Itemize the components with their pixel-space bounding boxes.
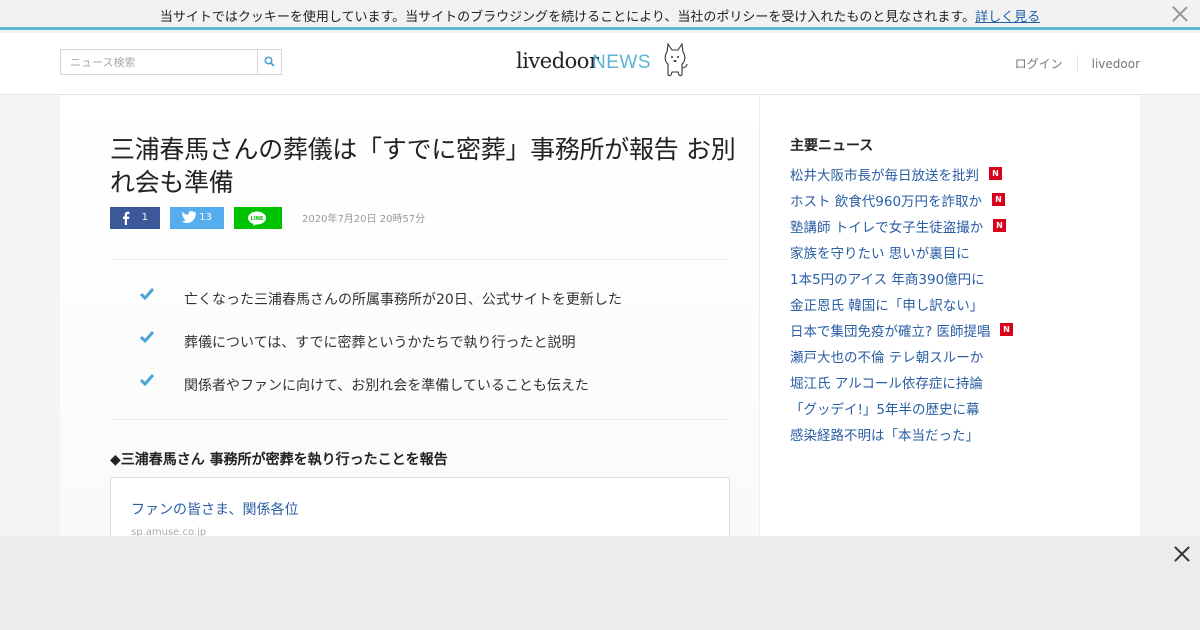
check-icon: [140, 331, 154, 343]
twitter-share-count: 13: [199, 212, 212, 223]
top-news-link[interactable]: 塾講師 トイレで女子生徒盗撮か: [790, 219, 983, 237]
top-news-item[interactable]: 日本で集団免疫が確立? 医師提唱 N: [790, 323, 1110, 349]
new-badge: N: [993, 219, 1006, 232]
search-box: [60, 49, 282, 75]
top-news-item[interactable]: 堀江氏 アルコール依存症に持論: [790, 375, 1110, 401]
line-icon-label: LINE: [251, 216, 264, 222]
summary-text: 関係者やファンに向けて、お別れ会を準備していることも伝えた: [184, 378, 589, 394]
line-share-button[interactable]: LINE: [234, 207, 282, 229]
facebook-icon: [123, 211, 130, 225]
summary-item: 関係者やファンに向けて、お別れ会を準備していることも伝えた: [110, 372, 730, 396]
top-news-item[interactable]: 塾講師 トイレで女子生徒盗撮か N: [790, 219, 1110, 245]
top-news-item[interactable]: 家族を守りたい 思いが裏目に: [790, 245, 1110, 271]
site-header: livedoor NEWS ログイン livedoor: [0, 33, 1200, 95]
top-news-link[interactable]: 松井大阪市長が毎日放送を批判: [790, 167, 979, 185]
facebook-share-button[interactable]: 1: [110, 207, 160, 229]
check-icon: [140, 288, 154, 300]
section-heading: ◆三浦春馬さん 事務所が密葬を執り行ったことを報告: [110, 452, 448, 468]
top-news-link[interactable]: ホスト 飲食代960万円を詐取か: [790, 193, 982, 211]
twitter-share-button[interactable]: 13: [170, 207, 224, 229]
article-summary: 亡くなった三浦春馬さんの所属事務所が20日、公式サイトを更新した 葬儀については…: [110, 259, 730, 420]
top-news-item[interactable]: 瀬戸大也の不倫 テレ朝スルーか: [790, 349, 1110, 375]
login-link[interactable]: ログイン: [1015, 55, 1078, 72]
logo-livedoor-text: livedoor: [516, 49, 599, 73]
logo-news-text: NEWS: [592, 52, 651, 73]
cookie-message-text: 当サイトではクッキーを使用しています。当サイトのブラウジングを続けることにより、…: [159, 10, 976, 25]
header-links: ログイン livedoor: [1015, 55, 1140, 72]
bottom-ad-banner: [0, 536, 1200, 630]
top-news-link[interactable]: 金正恩氏 韓国に「申し訳ない」: [790, 297, 983, 315]
top-news-link[interactable]: 瀬戸大也の不倫 テレ朝スルーか: [790, 349, 983, 367]
article-title: 三浦春馬さんの葬儀は「すでに密葬」事務所が報告 お別れ会も準備: [110, 135, 736, 197]
top-news-link[interactable]: 家族を守りたい 思いが裏目に: [790, 245, 970, 263]
article-column: 三浦春馬さんの葬儀は「すでに密葬」事務所が報告 お別れ会も準備 1 13 LIN…: [60, 95, 760, 557]
top-news-heading: 主要ニュース: [790, 138, 874, 154]
top-news-link[interactable]: 1本5円のアイス 年商390億円に: [790, 271, 985, 289]
line-icon: LINE: [248, 211, 266, 226]
top-news-link[interactable]: 感染経路不明は「本当だった」: [790, 427, 979, 445]
search-input[interactable]: [61, 50, 258, 74]
summary-item: 葬儀については、すでに密葬というかたちで執り行ったと説明: [110, 329, 730, 353]
new-badge: N: [989, 167, 1002, 180]
main-content: 三浦春馬さんの葬儀は「すでに密葬」事務所が報告 お別れ会も準備 1 13 LIN…: [60, 95, 1140, 557]
new-badge: N: [1000, 323, 1013, 336]
search-icon: [264, 56, 275, 67]
dog-mascot-icon: [664, 42, 688, 77]
top-news-link[interactable]: 日本で集団免疫が確立? 医師提唱: [790, 323, 990, 341]
top-news-item[interactable]: 「グッデイ!」5年半の歴史に幕: [790, 401, 1110, 427]
top-news-item[interactable]: 金正恩氏 韓国に「申し訳ない」: [790, 297, 1110, 323]
publish-date: 2020年7月20日 20時57分: [302, 214, 426, 225]
top-news-item[interactable]: ホスト 飲食代960万円を詐取か N: [790, 193, 1110, 219]
top-news-link[interactable]: 「グッデイ!」5年半の歴史に幕: [790, 401, 980, 419]
cookie-details-link[interactable]: 詳しく見る: [975, 10, 1040, 25]
new-badge: N: [992, 193, 1005, 206]
close-icon[interactable]: [1174, 546, 1190, 562]
top-news-item[interactable]: 1本5円のアイス 年商390億円に: [790, 271, 1110, 297]
summary-item: 亡くなった三浦春馬さんの所属事務所が20日、公式サイトを更新した: [110, 286, 730, 310]
close-icon[interactable]: [1172, 6, 1188, 22]
check-icon: [140, 374, 154, 386]
sidebar: 主要ニュース 松井大阪市長が毎日放送を批判 N ホスト 飲食代960万円を詐取か N 塾…: [790, 95, 1110, 536]
summary-text: 亡くなった三浦春馬さんの所属事務所が20日、公式サイトを更新した: [184, 292, 622, 308]
embed-title[interactable]: ファンの皆さま、関係各位: [131, 499, 298, 519]
cookie-message: 当サイトではクッキーを使用しています。当サイトのブラウジングを続けることにより、…: [0, 6, 1200, 25]
twitter-icon: [182, 211, 196, 223]
cookie-consent-bar: 当サイトではクッキーを使用しています。当サイトのブラウジングを続けることにより、…: [0, 0, 1200, 30]
summary-text: 葬儀については、すでに密葬というかたちで執り行ったと説明: [184, 335, 576, 351]
top-news-item[interactable]: 感染経路不明は「本当だった」: [790, 427, 1110, 453]
livedoor-link[interactable]: livedoor: [1092, 57, 1140, 71]
top-news-item[interactable]: 松井大阪市長が毎日放送を批判 N: [790, 167, 1110, 193]
top-news-link[interactable]: 堀江氏 アルコール依存症に持論: [790, 375, 983, 393]
search-button[interactable]: [257, 50, 281, 74]
top-news-list: 松井大阪市長が毎日放送を批判 N ホスト 飲食代960万円を詐取か N 塾講師 トイレで…: [790, 167, 1110, 453]
facebook-share-count: 1: [141, 212, 148, 223]
